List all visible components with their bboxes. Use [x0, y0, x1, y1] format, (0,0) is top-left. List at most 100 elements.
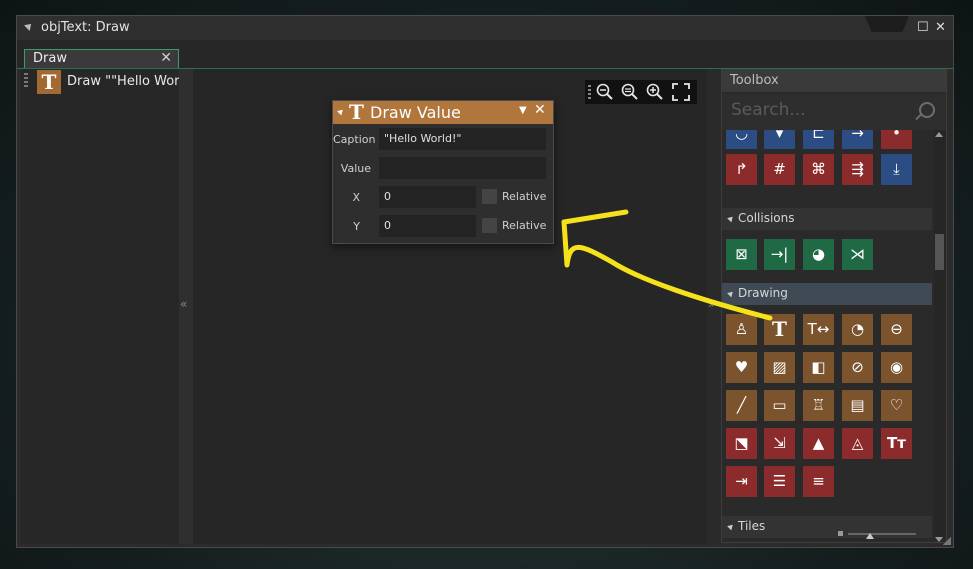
tab-close-icon[interactable]: ✕ — [160, 50, 172, 66]
x-relative-checkbox[interactable] — [482, 189, 497, 204]
zoom-reset-icon[interactable] — [620, 82, 640, 102]
resize-grip-icon[interactable] — [943, 537, 951, 545]
set-font-icon[interactable]: Tт — [881, 428, 912, 459]
slider-thumb[interactable] — [866, 533, 874, 539]
draw-rectangle-icon[interactable]: ▨ — [764, 352, 795, 383]
draw-ellipse-icon[interactable]: ⊘ — [842, 352, 873, 383]
command-icon[interactable]: ⌘ — [803, 154, 834, 185]
action-icon[interactable]: → — [842, 130, 873, 149]
collapse-right-icon[interactable]: » — [708, 297, 715, 311]
x-label: X — [352, 191, 360, 204]
draw-text-scaled-icon[interactable]: T↔ — [803, 314, 834, 345]
left-splitter[interactable]: « — [179, 69, 193, 544]
title-notch — [865, 16, 909, 32]
action-icon[interactable]: ◡ — [726, 130, 757, 149]
draw-healthbar-icon[interactable]: ◔ — [842, 314, 873, 345]
toolbar-grip-icon — [588, 85, 591, 99]
maximize-icon[interactable]: ☐ — [917, 21, 929, 34]
collapse-icon[interactable] — [24, 21, 34, 31]
action-icon[interactable]: ⊏ — [803, 130, 834, 149]
y-relative-checkbox[interactable] — [482, 218, 497, 233]
node-collapse-icon[interactable] — [337, 107, 345, 116]
text-indent-icon[interactable]: ≡ — [803, 466, 834, 497]
draw-value-icon[interactable]: ▤ — [842, 390, 873, 421]
draw-tiled-icon[interactable]: ◬ — [842, 428, 873, 459]
scroll-thumb[interactable] — [935, 234, 944, 270]
caption-field[interactable]: "Hello World!" — [379, 128, 546, 150]
action-list: T Draw ""Hello World — [21, 69, 181, 544]
draw-scaled-icon[interactable]: ⇲ — [764, 428, 795, 459]
draw-health-icon[interactable]: ♡ — [881, 390, 912, 421]
draw-lives-icon[interactable]: ♥ — [726, 352, 757, 383]
text-align-icon[interactable]: ⇥ — [726, 466, 757, 497]
toolbox-zoom-slider[interactable] — [838, 529, 918, 539]
collapse-left-icon[interactable]: « — [180, 297, 187, 311]
tab-draw[interactable]: Draw ✕ — [24, 49, 179, 68]
text-icon: T — [349, 100, 364, 124]
speed-icon[interactable]: ⇶ — [842, 154, 873, 185]
draw-image-icon[interactable]: ▲ — [803, 428, 834, 459]
x-relative-label: Relative — [502, 190, 547, 203]
title-bar: objText: Draw ☐ ✕ — [17, 16, 953, 40]
search-icon[interactable] — [919, 102, 935, 118]
search-input[interactable]: Search... — [731, 100, 806, 120]
section-label: Collisions — [738, 211, 795, 225]
collision-point-icon[interactable]: ◕ — [803, 239, 834, 270]
tab-label: Draw — [33, 51, 67, 66]
y-field[interactable]: 0 — [379, 215, 476, 237]
toolbox-panel: Toolbox Search... ◡ ▾ ⊏ → • ↱ # ⌘ ⇶ ⤓ Co… — [721, 69, 947, 543]
move-contact-icon[interactable]: →| — [764, 239, 795, 270]
draw-ellipse-gradient-icon[interactable]: ◉ — [881, 352, 912, 383]
section-collisions[interactable]: Collisions — [722, 208, 932, 230]
section-collapse-icon[interactable] — [727, 522, 735, 531]
gravity-icon[interactable]: ⤓ — [881, 154, 912, 185]
action-icon[interactable]: • — [881, 130, 912, 149]
collision-box-icon[interactable]: ⊠ — [726, 239, 757, 270]
zoom-toolbar — [585, 80, 697, 104]
bounce-icon[interactable]: ⋊ — [842, 239, 873, 270]
editor-window: objText: Draw ☐ ✕ Draw ✕ T Draw ""Hello … — [16, 15, 954, 548]
draw-background-icon[interactable]: ⬔ — [726, 428, 757, 459]
section-collapse-icon[interactable] — [727, 214, 735, 223]
drag-handle-icon[interactable] — [24, 73, 28, 87]
draw-text-icon[interactable]: T — [764, 314, 795, 345]
draw-instance-icon[interactable]: ♖ — [803, 390, 834, 421]
text-icon: T — [37, 70, 61, 94]
toolbox-search[interactable]: Search... — [722, 94, 946, 130]
fit-screen-icon[interactable] — [671, 82, 691, 102]
draw-line-icon[interactable]: ╱ — [726, 390, 757, 421]
draw-value-node[interactable]: T Draw Value ▼ ✕ Caption "Hello World!" … — [332, 100, 554, 244]
y-label: Y — [353, 220, 360, 233]
scroll-up-icon[interactable] — [935, 132, 943, 137]
toolbox-icons: ◡ ▾ ⊏ → • ↱ # ⌘ ⇶ ⤓ Collisions ⊠ →| ◕ ⋊ … — [722, 130, 934, 542]
toolbox-header: Toolbox — [722, 70, 946, 92]
section-collapse-icon[interactable] — [727, 289, 735, 298]
turn-icon[interactable]: ↱ — [726, 154, 757, 185]
action-icon[interactable]: ▾ — [764, 130, 795, 149]
draw-bar-icon[interactable]: ▭ — [764, 390, 795, 421]
zoom-out-icon[interactable] — [595, 82, 615, 102]
draw-sprite-icon[interactable]: ⊖ — [881, 314, 912, 345]
section-drawing[interactable]: Drawing — [722, 283, 932, 305]
toolbox-scrollbar[interactable] — [934, 130, 946, 542]
zoom-in-icon[interactable] — [645, 82, 665, 102]
action-label: Draw ""Hello World — [67, 74, 180, 89]
x-field[interactable]: 0 — [379, 186, 476, 208]
value-field[interactable] — [379, 157, 546, 179]
action-item-draw-value[interactable]: T Draw ""Hello World — [36, 70, 181, 94]
right-splitter[interactable]: » — [707, 69, 721, 544]
slider-track[interactable] — [848, 533, 916, 535]
node-menu-icon[interactable]: ▼ — [519, 105, 527, 116]
close-icon[interactable]: ✕ — [935, 21, 946, 34]
value-label: Value — [340, 162, 371, 175]
draw-self-icon[interactable]: ♙ — [726, 314, 757, 345]
section-label: Tiles — [738, 519, 766, 533]
scroll-down-icon[interactable] — [935, 537, 943, 542]
draw-value-header[interactable]: T Draw Value ▼ ✕ — [333, 101, 553, 124]
node-close-icon[interactable]: ✕ — [534, 102, 546, 118]
text-block-icon[interactable]: ☰ — [764, 466, 795, 497]
node-title: Draw Value — [370, 103, 461, 122]
grid-icon[interactable]: # — [764, 154, 795, 185]
action-canvas[interactable]: T Draw Value ▼ ✕ Caption "Hello World!" … — [193, 69, 707, 544]
draw-gradient-icon[interactable]: ◧ — [803, 352, 834, 383]
